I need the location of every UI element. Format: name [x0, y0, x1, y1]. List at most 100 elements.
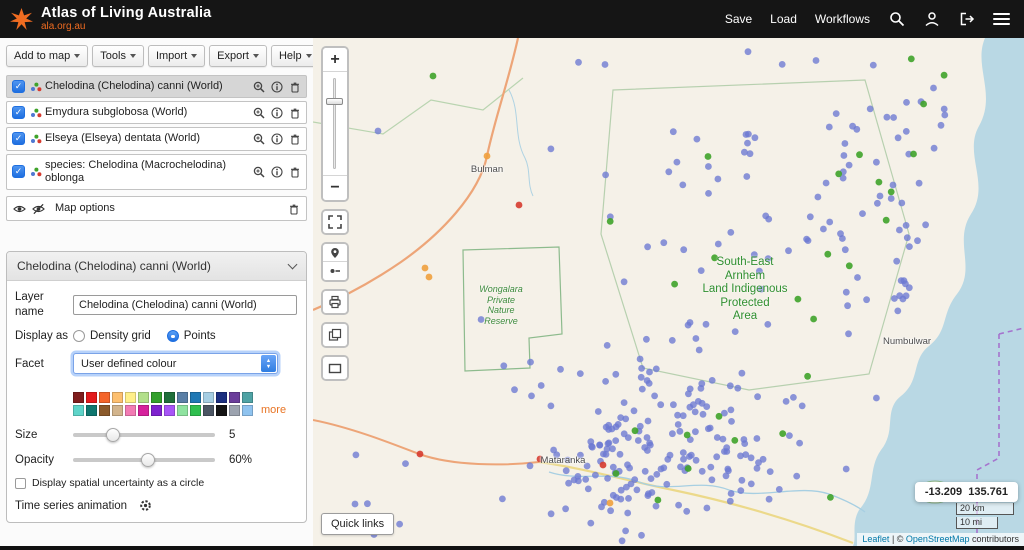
colour-swatch[interactable] [125, 405, 136, 416]
zoom-to-layer-icon[interactable] [252, 106, 265, 119]
colour-swatch[interactable] [216, 405, 227, 416]
colour-swatch[interactable] [86, 405, 97, 416]
colour-swatch[interactable] [216, 392, 227, 403]
panel-header[interactable]: Chelodina (Chelodina) canni (World) [7, 252, 306, 281]
colour-swatch[interactable] [177, 405, 188, 416]
hide-all-layers-eye-off-icon[interactable] [32, 202, 45, 215]
road-stuart-highway [313, 420, 539, 464]
layer-visibility-checkbox[interactable] [12, 80, 25, 93]
layer-row-elseya-dentata[interactable]: Elseya (Elseya) dentata (World) [6, 127, 307, 150]
nav-save[interactable]: Save [725, 12, 752, 26]
import-button[interactable]: Import [148, 45, 205, 67]
zoom-out-button[interactable]: − [323, 176, 347, 200]
leaflet-link[interactable]: Leaflet [862, 534, 889, 544]
map-options-label[interactable]: Map options [55, 202, 281, 215]
logout-icon[interactable] [958, 11, 975, 28]
layer-info-icon[interactable] [270, 106, 283, 119]
help-button[interactable]: Help [271, 45, 313, 67]
delete-layer-icon[interactable] [288, 80, 301, 93]
zoom-to-layer-icon[interactable] [252, 132, 265, 145]
colour-swatch[interactable] [73, 392, 84, 403]
points-radio[interactable] [167, 330, 179, 342]
snapshot-button[interactable] [323, 324, 347, 346]
colour-swatch[interactable] [112, 405, 123, 416]
opacity-slider[interactable] [73, 453, 215, 467]
colour-swatch[interactable] [73, 405, 84, 416]
transect-tool-button[interactable] [323, 262, 347, 280]
colour-swatch[interactable] [177, 392, 188, 403]
print-button[interactable] [323, 291, 347, 313]
map-canvas[interactable]: BulmanNumbulwarMatarankaWongalaraPrivate… [313, 38, 1024, 546]
layer-label: Chelodina (Chelodina) canni (World) [45, 80, 252, 93]
layer-row-emydura-subglobosa[interactable]: Emydura subglobosa (World) [6, 101, 307, 124]
quick-links-button[interactable]: Quick links [321, 513, 394, 535]
density-grid-radio[interactable] [73, 330, 85, 342]
colour-swatch[interactable] [203, 392, 214, 403]
search-icon[interactable] [888, 11, 905, 28]
delete-layer-icon[interactable] [288, 132, 301, 145]
colour-swatch[interactable] [125, 392, 136, 403]
zoom-slider[interactable] [323, 72, 347, 176]
uncertainty-checkbox[interactable] [15, 478, 26, 489]
layer-visibility-checkbox[interactable] [12, 165, 25, 178]
opacity-slider-handle[interactable] [141, 453, 155, 467]
colour-swatch[interactable] [138, 392, 149, 403]
layer-info-icon[interactable] [270, 132, 283, 145]
select-arrows-icon: ▲▼ [261, 355, 276, 372]
colour-swatch[interactable] [229, 405, 240, 416]
attribution-suffix: contributors [969, 534, 1019, 544]
nav-load[interactable]: Load [770, 12, 797, 26]
facet-select[interactable]: User defined colour ▲▼ [73, 353, 278, 374]
animation-settings-gear-icon[interactable] [139, 499, 152, 512]
colour-swatch[interactable] [151, 392, 162, 403]
delete-layer-icon[interactable] [288, 106, 301, 119]
tools-button[interactable]: Tools [92, 45, 144, 67]
layer-name-input[interactable] [73, 295, 297, 315]
layer-info-icon[interactable] [270, 80, 283, 93]
size-slider[interactable] [73, 428, 215, 442]
add-to-map-button[interactable]: Add to map [6, 45, 88, 67]
layer-visibility-checkbox[interactable] [12, 106, 25, 119]
colour-swatch[interactable] [229, 392, 240, 403]
delete-layer-icon[interactable] [288, 165, 301, 178]
zoom-to-layer-icon[interactable] [252, 165, 265, 178]
colour-swatch[interactable] [99, 392, 110, 403]
colour-swatch[interactable] [112, 392, 123, 403]
osm-link[interactable]: OpenStreetMap [906, 534, 970, 544]
zoom-slider-knob[interactable] [326, 98, 343, 105]
menu-icon[interactable] [993, 13, 1010, 25]
colour-swatch[interactable] [203, 405, 214, 416]
colour-palette: more [73, 384, 298, 416]
nav-workflows[interactable]: Workflows [815, 12, 870, 26]
layer-visibility-checkbox[interactable] [12, 132, 25, 145]
colour-swatch[interactable] [151, 405, 162, 416]
chevron-down-icon [306, 54, 312, 58]
colour-swatch[interactable] [242, 392, 253, 403]
export-button[interactable]: Export [209, 45, 267, 67]
layer-info-icon[interactable] [270, 165, 283, 178]
size-slider-handle[interactable] [106, 428, 120, 442]
colour-swatch[interactable] [86, 392, 97, 403]
zoom-to-layer-icon[interactable] [252, 80, 265, 93]
user-icon[interactable] [923, 11, 940, 28]
colour-swatch[interactable] [190, 392, 201, 403]
more-colours-link[interactable]: more [261, 404, 286, 416]
fullscreen-button[interactable] [323, 211, 347, 233]
delete-all-layers-icon[interactable] [287, 202, 300, 215]
point-tool-button[interactable] [323, 244, 347, 262]
zoom-in-button[interactable]: + [323, 48, 347, 72]
area-select-button[interactable] [323, 357, 347, 379]
colour-swatch[interactable] [138, 405, 149, 416]
occurrence-points-layer[interactable] [352, 48, 949, 544]
layer-row-chelodina-canni[interactable]: Chelodina (Chelodina) canni (World) [6, 75, 307, 98]
map-attribution: Leaflet | © OpenStreetMap contributors [857, 533, 1024, 546]
show-all-layers-eye-icon[interactable] [13, 202, 26, 215]
colour-swatch[interactable] [164, 392, 175, 403]
colour-swatch[interactable] [190, 405, 201, 416]
layer-row-chelodina-oblonga[interactable]: species: Chelodina (Macrochelodina) oblo… [6, 154, 307, 190]
time-series-label: Time series animation [15, 500, 127, 512]
colour-swatch[interactable] [99, 405, 110, 416]
colour-swatch[interactable] [242, 405, 253, 416]
opacity-value: 60% [229, 454, 252, 466]
colour-swatch[interactable] [164, 405, 175, 416]
